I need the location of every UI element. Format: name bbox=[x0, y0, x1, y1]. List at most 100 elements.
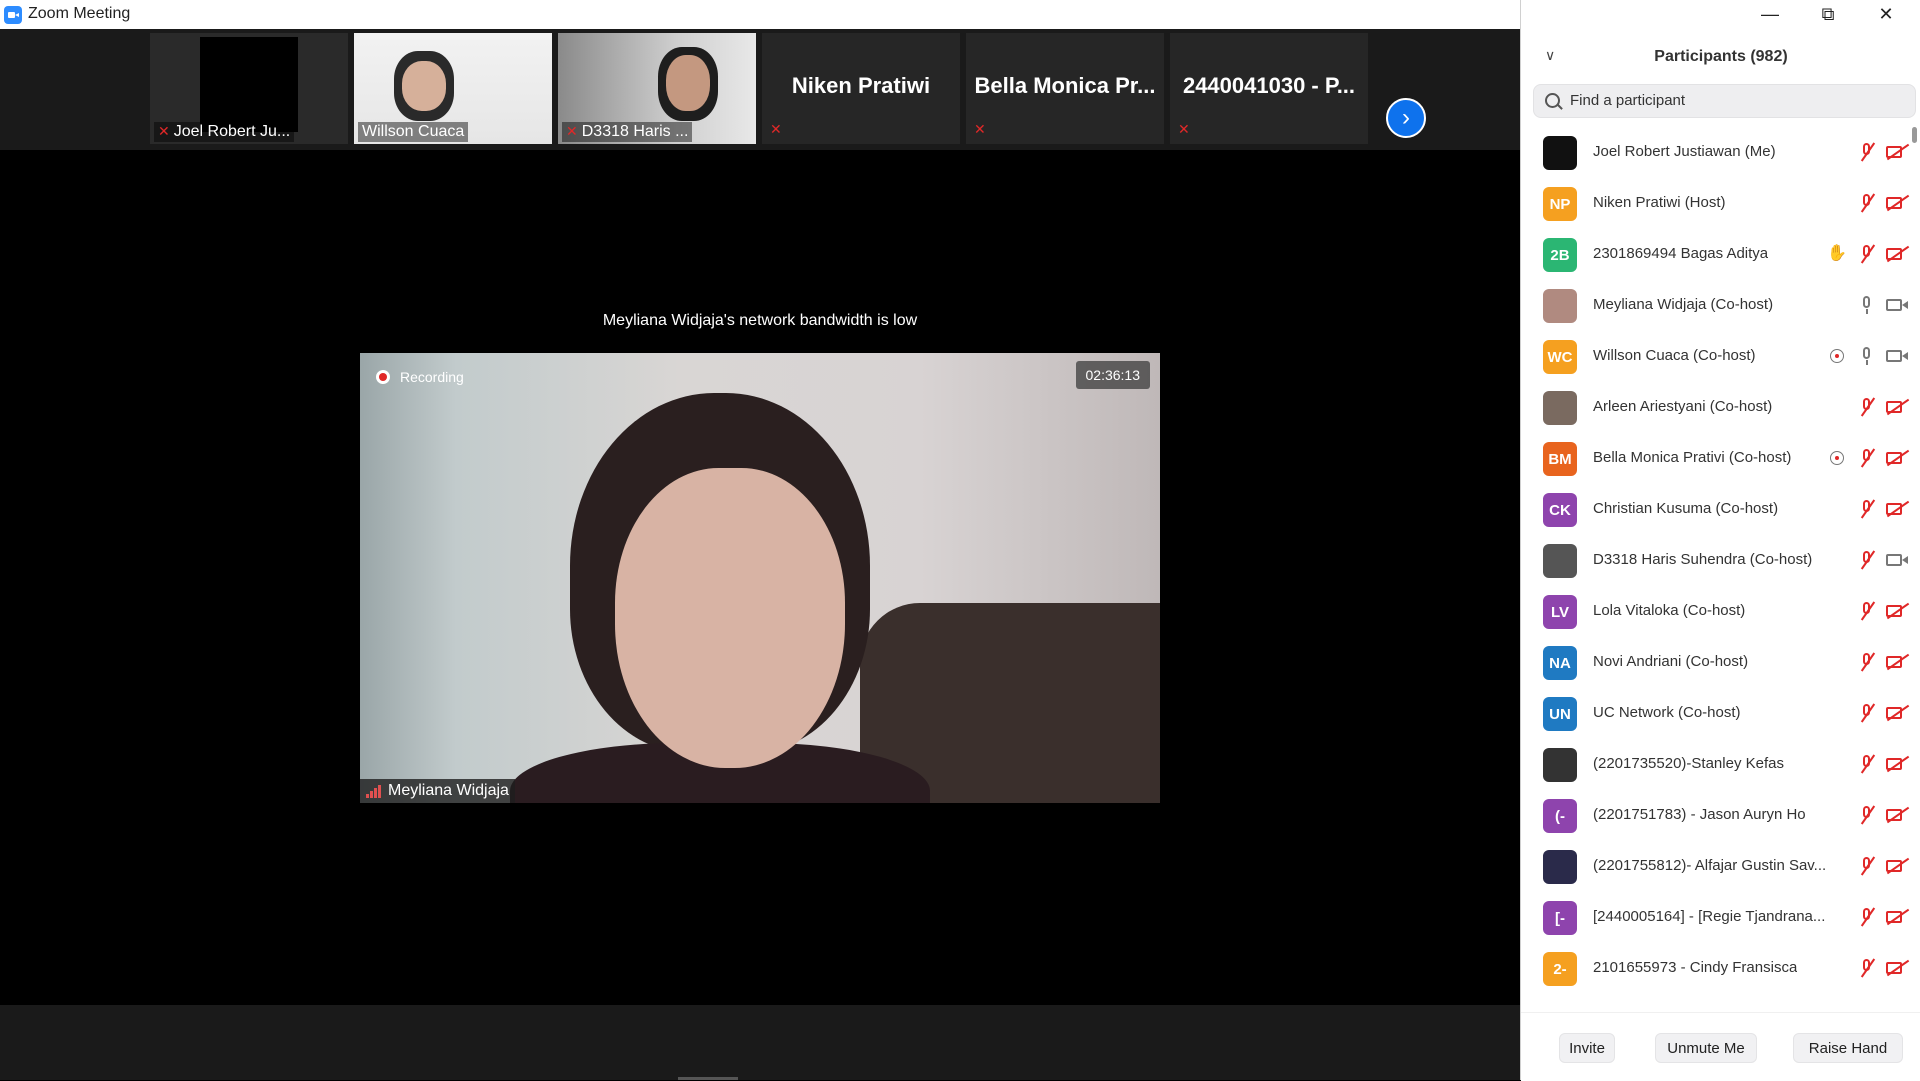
video-camera-icon[interactable] bbox=[1885, 294, 1909, 316]
video-off-icon[interactable] bbox=[1885, 243, 1909, 265]
avatar: UN bbox=[1543, 697, 1577, 731]
gallery-tile[interactable]: 2440041030 - P... ✕ bbox=[1170, 33, 1368, 144]
video-off-icon[interactable] bbox=[1885, 141, 1909, 163]
participant-search[interactable] bbox=[1533, 84, 1916, 118]
participant-name: [2440005164] - [Regie Tjandrana... bbox=[1593, 908, 1826, 925]
tile-name-label: Willson Cuaca bbox=[358, 122, 469, 142]
participant-row[interactable]: 2B 2301869494 Bagas Aditya ✋ bbox=[1521, 229, 1911, 280]
participant-row[interactable]: Joel Robert Justiawan (Me) bbox=[1521, 127, 1911, 178]
participant-row[interactable]: BM Bella Monica Prativi (Co-host) bbox=[1521, 433, 1911, 484]
participant-row[interactable]: (- (2201751783) - Jason Auryn Ho bbox=[1521, 790, 1911, 841]
next-page-button[interactable]: › bbox=[1386, 98, 1426, 138]
video-off-icon[interactable] bbox=[1885, 498, 1909, 520]
video-person-face bbox=[615, 468, 845, 768]
video-off-icon[interactable] bbox=[1885, 447, 1909, 469]
active-speaker-video[interactable]: Recording 02:36:13 Meyliana Widjaja bbox=[360, 353, 1160, 803]
participant-row[interactable]: (2201735520)-Stanley Kefas bbox=[1521, 739, 1911, 790]
video-camera-icon[interactable] bbox=[1885, 549, 1909, 571]
mic-muted-icon[interactable] bbox=[1855, 600, 1879, 622]
participant-name: (2201735520)-Stanley Kefas bbox=[1593, 755, 1784, 772]
mic-muted-icon[interactable] bbox=[1855, 651, 1879, 673]
recording-icon[interactable] bbox=[1825, 447, 1849, 469]
chevron-right-icon: › bbox=[1402, 104, 1410, 131]
mic-muted-icon[interactable] bbox=[1855, 141, 1879, 163]
microphone-icon[interactable] bbox=[1855, 345, 1879, 367]
speaker-name: Meyliana Widjaja bbox=[388, 782, 509, 799]
avatar: NA bbox=[1543, 646, 1577, 680]
video-off-icon[interactable] bbox=[1885, 804, 1909, 826]
participant-name: D3318 Haris Suhendra (Co-host) bbox=[1593, 551, 1813, 568]
participant-row[interactable]: D3318 Haris Suhendra (Co-host) bbox=[1521, 535, 1911, 586]
participant-name: 2101655973 - Cindy Fransisca bbox=[1593, 959, 1798, 976]
video-off-icon[interactable] bbox=[1885, 855, 1909, 877]
close-button[interactable]: ✕ bbox=[1858, 0, 1914, 29]
restore-icon: ⧉ bbox=[1821, 4, 1835, 24]
avatar: LV bbox=[1543, 595, 1577, 629]
invite-button[interactable]: Invite bbox=[1559, 1033, 1615, 1063]
video-off-icon[interactable] bbox=[1885, 600, 1909, 622]
participant-name: Novi Andriani (Co-host) bbox=[1593, 653, 1749, 670]
participant-row[interactable]: WC Willson Cuaca (Co-host) bbox=[1521, 331, 1911, 382]
mic-muted-icon[interactable] bbox=[1855, 702, 1879, 724]
gallery-tile[interactable]: Willson Cuaca bbox=[354, 33, 552, 144]
zoom-app-icon bbox=[4, 6, 22, 24]
video-camera-icon[interactable] bbox=[1885, 345, 1909, 367]
video-off-icon[interactable] bbox=[1885, 702, 1909, 724]
gallery-tile[interactable]: ✕ D3318 Haris ... bbox=[558, 33, 756, 144]
unmute-me-button[interactable]: Unmute Me bbox=[1655, 1033, 1757, 1063]
participant-status-icons bbox=[1849, 294, 1909, 316]
video-face bbox=[666, 55, 710, 111]
participant-row[interactable]: [- [2440005164] - [Regie Tjandrana... bbox=[1521, 892, 1911, 943]
mic-muted-icon[interactable] bbox=[1855, 753, 1879, 775]
video-off-icon[interactable] bbox=[1885, 957, 1909, 979]
raised-hand-icon[interactable]: ✋ bbox=[1825, 243, 1849, 265]
meeting-controls-bar bbox=[0, 1005, 1520, 1080]
restore-button[interactable]: ⧉ bbox=[1800, 0, 1856, 29]
gallery-tile[interactable]: ✕ Joel Robert Ju... bbox=[150, 33, 348, 144]
raise-hand-button[interactable]: Raise Hand bbox=[1793, 1033, 1903, 1063]
participant-name: Niken Pratiwi (Host) bbox=[1593, 194, 1726, 211]
participant-row[interactable]: UN UC Network (Co-host) bbox=[1521, 688, 1911, 739]
participant-row[interactable]: CK Christian Kusuma (Co-host) bbox=[1521, 484, 1911, 535]
participant-row[interactable]: NP Niken Pratiwi (Host) bbox=[1521, 178, 1911, 229]
recording-indicator: Recording bbox=[376, 369, 464, 385]
mic-muted-icon[interactable] bbox=[1855, 396, 1879, 418]
mic-muted-icon[interactable] bbox=[1855, 498, 1879, 520]
gallery-tile[interactable]: Bella Monica Pr... ✕ bbox=[966, 33, 1164, 144]
scrollbar-thumb[interactable] bbox=[1912, 127, 1917, 143]
participant-status-icons bbox=[1849, 702, 1909, 724]
participant-row[interactable]: Arleen Ariestyani (Co-host) bbox=[1521, 382, 1911, 433]
gallery-tile[interactable]: Niken Pratiwi ✕ bbox=[762, 33, 960, 144]
video-off-icon[interactable] bbox=[1885, 753, 1909, 775]
mic-muted-icon[interactable] bbox=[1855, 804, 1879, 826]
mic-muted-icon[interactable] bbox=[1855, 549, 1879, 571]
recording-icon[interactable] bbox=[1825, 345, 1849, 367]
mic-muted-icon[interactable] bbox=[1855, 855, 1879, 877]
mic-muted-icon[interactable] bbox=[1855, 447, 1879, 469]
search-input[interactable] bbox=[1568, 91, 1902, 110]
mic-muted-icon[interactable] bbox=[1855, 957, 1879, 979]
participant-list-scrollbar[interactable] bbox=[1911, 127, 1917, 1009]
mic-muted-icon[interactable] bbox=[1855, 243, 1879, 265]
participant-row[interactable]: (2201755812)- Alfajar Gustin Sav... bbox=[1521, 841, 1911, 892]
participant-row[interactable]: LV Lola Vitaloka (Co-host) bbox=[1521, 586, 1911, 637]
search-icon bbox=[1545, 93, 1560, 108]
participant-row[interactable]: NA Novi Andriani (Co-host) bbox=[1521, 637, 1911, 688]
minimize-button[interactable]: — bbox=[1742, 0, 1798, 29]
participant-row[interactable]: 2- 2101655973 - Cindy Fransisca bbox=[1521, 943, 1911, 994]
close-icon: ✕ bbox=[1878, 4, 1894, 24]
participant-row[interactable]: Meyliana Widjaja (Co-host) bbox=[1521, 280, 1911, 331]
video-off-icon[interactable] bbox=[1885, 906, 1909, 928]
video-off-icon[interactable] bbox=[1885, 651, 1909, 673]
avatar bbox=[1543, 136, 1577, 170]
participant-status-icons bbox=[1849, 906, 1909, 928]
avatar: 2B bbox=[1543, 238, 1577, 272]
video-off-icon[interactable] bbox=[1885, 396, 1909, 418]
microphone-icon[interactable] bbox=[1855, 294, 1879, 316]
meeting-timer: 02:36:13 bbox=[1075, 361, 1150, 389]
video-off-icon[interactable] bbox=[1885, 192, 1909, 214]
mic-muted-icon[interactable] bbox=[1855, 192, 1879, 214]
mic-muted-icon[interactable] bbox=[1855, 906, 1879, 928]
participant-name: Arleen Ariestyani (Co-host) bbox=[1593, 398, 1773, 415]
participant-status-icons bbox=[1849, 855, 1909, 877]
